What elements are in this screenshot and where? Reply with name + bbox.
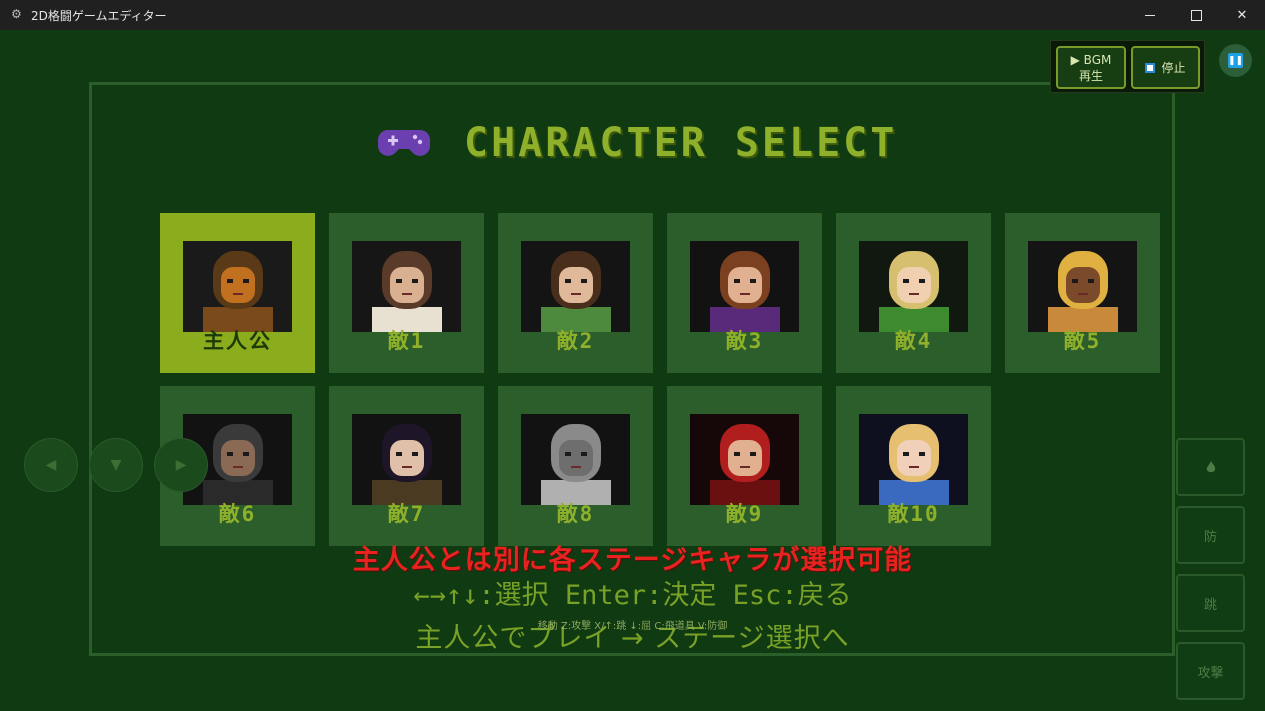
portrait-art [1028, 241, 1137, 332]
character-card[interactable]: 主人公 [160, 213, 315, 373]
character-card[interactable]: 敵8 [498, 386, 653, 546]
character-portrait [521, 241, 630, 332]
portrait-art [352, 414, 461, 505]
pause-button[interactable]: ❚❚ [1219, 44, 1252, 77]
key-help-overlay: 移動 Z:攻撃 X/↑:跳 ↓:屈 C:飛道具 V:防御 [537, 621, 728, 632]
character-portrait [690, 414, 799, 505]
character-name: 敵6 [218, 502, 257, 526]
gamepad-icon [378, 130, 430, 156]
attack-button[interactable]: 攻撃 [1176, 642, 1245, 700]
close-button[interactable]: ✕ [1219, 0, 1265, 30]
minimize-icon [1145, 14, 1155, 16]
character-name: 敵3 [725, 329, 764, 353]
screen-heading: CHARACTER SELECT [378, 118, 897, 168]
character-name: 敵4 [894, 329, 933, 353]
guard-label: 防 [1203, 529, 1217, 545]
arrow-right-icon: ▶ [175, 457, 187, 473]
special-button[interactable] [1176, 438, 1245, 496]
stop-icon [1145, 62, 1156, 73]
portrait-art [352, 241, 461, 332]
character-name: 敵8 [556, 502, 595, 526]
guard-button[interactable]: 防 [1176, 506, 1245, 564]
game-canvas[interactable]: CHARACTER SELECT 主人公 敵1 敵2 敵3 敵4 敵5 敵6 敵… [0, 30, 1265, 711]
character-name: 敵7 [387, 502, 426, 526]
dpad-down-button[interactable]: ▼ [89, 438, 143, 492]
character-card[interactable]: 敵2 [498, 213, 653, 373]
character-name: 敵2 [556, 329, 595, 353]
portrait-art [521, 414, 630, 505]
bgm-panel: ▶ BGM再生 停止 [1050, 40, 1205, 93]
gear-icon: ⚙ [11, 7, 22, 21]
controls-help: ←→↑↓:選択 Enter:決定 Esc:戻る [413, 580, 852, 611]
character-portrait [859, 414, 968, 505]
character-card[interactable]: 敵9 [667, 386, 822, 546]
character-card[interactable]: 敵1 [329, 213, 484, 373]
character-card[interactable]: 敵3 [667, 213, 822, 373]
heading-text: CHARACTER SELECT [464, 120, 898, 166]
bgm-stop-button[interactable]: 停止 [1131, 46, 1200, 89]
maximize-icon [1190, 9, 1202, 21]
character-card[interactable]: 敵10 [836, 386, 991, 546]
dpad-right-button[interactable]: ▶ [154, 438, 208, 492]
character-portrait [690, 241, 799, 332]
character-card[interactable]: 敵5 [1005, 213, 1160, 373]
character-name: 敵9 [725, 502, 764, 526]
character-name: 敵5 [1063, 329, 1102, 353]
caption-subtitle: 主人公とは別に各ステージキャラが選択可能 [352, 545, 913, 576]
portrait-art [521, 241, 630, 332]
portrait-art [690, 241, 799, 332]
window-title: 2D格闘ゲームエディター [31, 9, 167, 23]
character-portrait [521, 414, 630, 505]
arrow-down-icon: ▼ [110, 457, 122, 473]
portrait-art [859, 241, 968, 332]
character-portrait [183, 241, 292, 332]
portrait-art [183, 241, 292, 332]
character-card[interactable]: 敵7 [329, 386, 484, 546]
character-portrait [352, 241, 461, 332]
character-name: 敵1 [387, 329, 426, 353]
dpad-left-button[interactable]: ◀ [24, 438, 78, 492]
character-portrait [1028, 241, 1137, 332]
jump-button[interactable]: 跳 [1176, 574, 1245, 632]
character-portrait [352, 414, 461, 505]
portrait-art [859, 414, 968, 505]
fire-icon [1206, 460, 1215, 472]
character-portrait [859, 241, 968, 332]
portrait-art [690, 414, 799, 505]
character-name: 主人公 [203, 329, 272, 353]
pause-icon: ❚❚ [1228, 53, 1243, 68]
character-card[interactable]: 敵4 [836, 213, 991, 373]
minimize-button[interactable] [1127, 0, 1173, 30]
arrow-left-icon: ◀ [45, 457, 57, 473]
character-name: 敵10 [887, 502, 940, 526]
attack-label: 攻撃 [1197, 665, 1224, 681]
jump-label: 跳 [1203, 597, 1217, 613]
window-titlebar: ⚙ 2D格闘ゲームエディター ✕ [0, 0, 1265, 30]
bgm-play-button[interactable]: ▶ BGM再生 [1056, 46, 1126, 89]
close-icon: ✕ [1236, 7, 1248, 23]
maximize-button[interactable] [1173, 0, 1219, 30]
bgm-play-label: ▶ BGM再生 [1070, 52, 1112, 83]
bgm-stop-label: 停止 [1161, 60, 1186, 75]
